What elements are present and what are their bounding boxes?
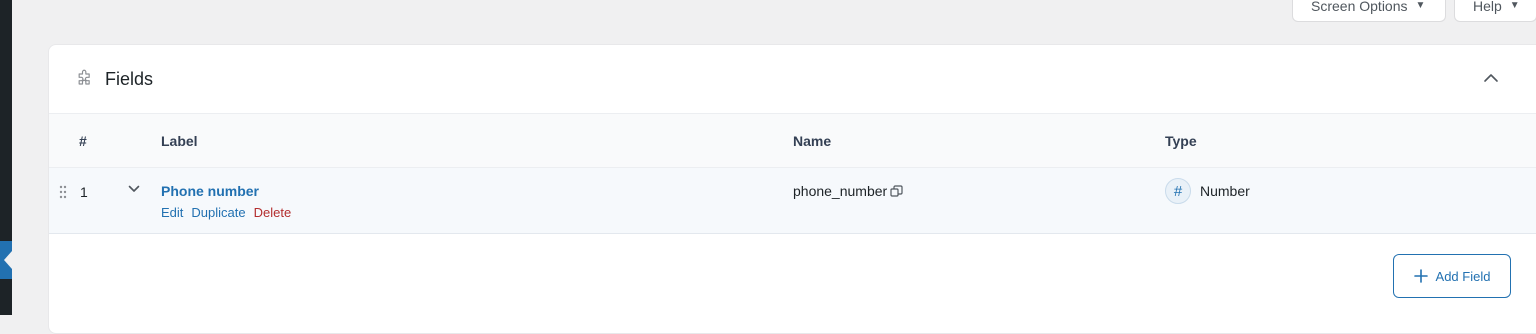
collapse-panel-button[interactable]: [1481, 68, 1501, 88]
field-name: phone_number: [793, 183, 903, 199]
column-header-order: #: [79, 133, 87, 149]
active-menu-arrow: [4, 251, 12, 269]
row-actions: Edit Duplicate Delete: [161, 205, 291, 220]
drag-handle-icon[interactable]: [59, 185, 67, 199]
field-label-link[interactable]: Phone number: [161, 183, 259, 199]
fields-panel: Fields # Label Name Type 1 Phone number …: [48, 44, 1536, 334]
caret-down-icon: ▼: [1509, 0, 1520, 11]
row-order-number: 1: [80, 184, 88, 200]
admin-menu-strip: [0, 0, 12, 315]
plus-icon: [1413, 269, 1428, 283]
delete-link[interactable]: Delete: [254, 205, 292, 220]
copy-icon[interactable]: [890, 184, 903, 198]
number-type-icon: #: [1165, 178, 1191, 204]
field-name-value: phone_number: [793, 183, 888, 199]
table-row: 1 Phone number Edit Duplicate Delete pho…: [49, 168, 1536, 234]
field-type-label: Number: [1200, 183, 1250, 199]
chevron-down-icon[interactable]: [128, 185, 140, 193]
caret-down-icon: ▼: [1415, 0, 1426, 11]
screen-meta-links: Screen Options ▼ Help ▼: [1292, 0, 1536, 22]
edit-link[interactable]: Edit: [161, 205, 183, 220]
column-header-label[interactable]: Label: [161, 133, 198, 149]
column-header-name[interactable]: Name: [793, 133, 831, 149]
screen-options-button[interactable]: Screen Options ▼: [1292, 0, 1446, 22]
puzzle-icon: [75, 69, 95, 89]
panel-header: Fields: [49, 45, 1536, 114]
duplicate-link[interactable]: Duplicate: [191, 205, 245, 220]
help-label: Help: [1473, 0, 1502, 14]
table-header: # Label Name Type: [49, 114, 1536, 168]
screen-options-label: Screen Options: [1311, 0, 1408, 14]
column-header-type[interactable]: Type: [1165, 133, 1197, 149]
add-field-label: Add Field: [1435, 268, 1491, 284]
panel-title: Fields: [105, 68, 154, 89]
help-button[interactable]: Help ▼: [1454, 0, 1536, 22]
add-field-button[interactable]: Add Field: [1393, 254, 1511, 298]
chevron-up-icon: [1483, 73, 1499, 83]
